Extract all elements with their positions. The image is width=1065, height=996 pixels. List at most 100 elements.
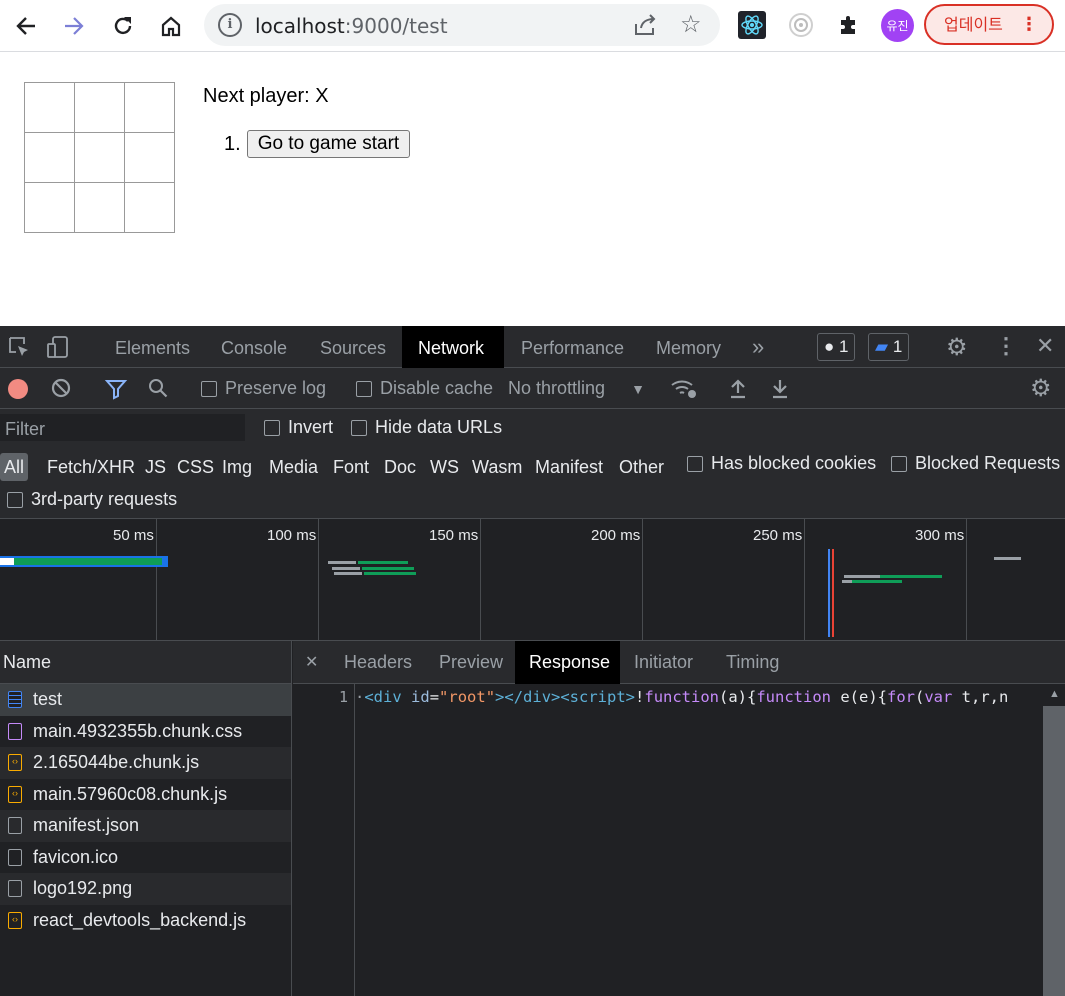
type-filter-other[interactable]: Other (615, 453, 668, 481)
tab-headers[interactable]: Headers (330, 641, 425, 684)
record-icon[interactable] (8, 379, 28, 399)
tab-initiator[interactable]: Initiator (620, 641, 712, 684)
request-name: test (33, 689, 63, 709)
more-tabs-chevron-icon[interactable]: » (752, 334, 764, 360)
filter-input[interactable]: Filter (0, 414, 245, 441)
timeline-request-bar (362, 567, 414, 570)
more-options-icon[interactable]: ⋮ (995, 333, 1017, 359)
board-square[interactable] (24, 82, 75, 133)
type-filter-wasm[interactable]: Wasm (468, 453, 526, 481)
tab-console[interactable]: Console (206, 326, 302, 368)
tab-sources[interactable]: Sources (305, 326, 401, 368)
scroll-up-arrow-icon[interactable]: ▲ (1049, 688, 1060, 700)
update-button[interactable]: 업데이트 ⋮ (924, 4, 1054, 45)
tab-elements[interactable]: Elements (100, 326, 200, 368)
request-row[interactable]: ‹› main.57960c08.chunk.js (0, 779, 291, 811)
checkbox-box (264, 420, 280, 437)
scrollbar-thumb[interactable] (1043, 706, 1065, 996)
tab-network[interactable]: Network (402, 326, 504, 368)
board-square[interactable] (74, 82, 125, 133)
type-filter-img[interactable]: Img (218, 453, 256, 481)
share-icon[interactable] (632, 12, 658, 38)
home-icon[interactable] (155, 10, 187, 42)
warnings-badge[interactable]: ● 1 (817, 333, 856, 361)
extensions-puzzle-icon[interactable] (834, 10, 864, 40)
reload-icon[interactable] (107, 10, 139, 42)
has-blocked-cookies-checkbox[interactable]: Has blocked cookies (687, 453, 876, 474)
board-square[interactable] (74, 182, 125, 233)
preserve-log-label: Preserve log (225, 378, 327, 398)
third-party-requests-checkbox[interactable]: 3rd-party requests (7, 489, 177, 510)
back-arrow-icon[interactable] (10, 10, 42, 42)
type-filter-doc[interactable]: Doc (380, 453, 420, 481)
name-column-header[interactable]: Name (0, 641, 291, 684)
request-row[interactable]: ‹› 2.165044be.chunk.js (0, 747, 291, 779)
board-square[interactable] (24, 132, 75, 183)
tab-memory[interactable]: Memory (641, 326, 741, 368)
request-row[interactable]: ‹› react_devtools_backend.js (0, 905, 291, 937)
bookmark-star-icon[interactable]: ☆ (680, 10, 702, 38)
device-toolbar-icon[interactable] (46, 335, 70, 365)
script-file-icon: ‹› (8, 785, 22, 803)
board-square[interactable] (74, 132, 125, 183)
type-filter-media[interactable]: Media (265, 453, 322, 481)
type-filter-fetch-xhr[interactable]: Fetch/XHR (43, 453, 139, 481)
generic-file-icon (8, 848, 22, 866)
throttling-select[interactable]: No throttling ▼ (508, 378, 645, 399)
blocked-requests-checkbox[interactable]: Blocked Requests (891, 453, 1060, 474)
response-scrollbar[interactable]: ▲ (1043, 684, 1065, 996)
forward-arrow-icon[interactable] (58, 10, 90, 42)
url-text[interactable]: localhost:9000/test (255, 14, 448, 38)
profile-avatar[interactable]: 유진 (881, 9, 914, 42)
type-filter-font[interactable]: Font (329, 453, 373, 481)
site-info-icon[interactable]: i (218, 13, 242, 37)
preserve-log-checkbox[interactable]: Preserve log (201, 378, 326, 399)
tab-preview[interactable]: Preview (425, 641, 515, 684)
document-file-icon (8, 691, 22, 709)
close-detail-icon[interactable]: ✕ (305, 641, 325, 684)
filter-funnel-icon[interactable] (104, 377, 128, 407)
type-filter-ws[interactable]: WS (426, 453, 463, 481)
disable-cache-checkbox[interactable]: Disable cache (356, 378, 493, 399)
network-settings-gear-icon[interactable]: ⚙ (1030, 374, 1052, 403)
inspect-element-icon[interactable] (8, 336, 30, 364)
request-name: react_devtools_backend.js (33, 909, 247, 930)
messages-badge[interactable]: ▰ 1 (868, 333, 910, 361)
tab-performance[interactable]: Performance (506, 326, 636, 368)
checkbox-box (891, 456, 907, 473)
close-devtools-icon[interactable]: ✕ (1036, 333, 1054, 359)
request-row[interactable]: favicon.ico (0, 842, 291, 874)
search-icon[interactable] (147, 377, 169, 405)
detail-tab-bar: ✕ Headers Preview Response Initiator Tim… (293, 641, 1065, 684)
request-row[interactable]: test (0, 684, 291, 716)
network-conditions-wifi-icon[interactable] (670, 376, 698, 406)
timeline-request-bar (994, 557, 1021, 560)
board-square[interactable] (24, 182, 75, 233)
extension-target-icon[interactable] (786, 10, 816, 40)
board-square[interactable] (124, 82, 175, 133)
react-devtools-extension-icon[interactable] (738, 11, 766, 39)
network-overview-timeline[interactable]: 50 ms 100 ms 150 ms 200 ms 250 ms 300 ms (0, 519, 1065, 641)
type-filter-all[interactable]: All (0, 453, 29, 481)
timeline-gridline (804, 519, 805, 641)
type-filter-js[interactable]: JS (141, 453, 170, 481)
timeline-request-bar (358, 561, 408, 564)
invert-checkbox[interactable]: Invert (264, 417, 333, 438)
export-har-download-icon[interactable] (770, 377, 790, 405)
go-to-game-start-button[interactable]: Go to game start (246, 130, 411, 158)
request-row[interactable]: main.4932355b.chunk.css (0, 716, 291, 748)
clear-icon[interactable] (50, 377, 72, 405)
settings-gear-icon[interactable]: ⚙ (946, 333, 968, 362)
request-row[interactable]: logo192.png (0, 873, 291, 905)
address-bar[interactable]: i localhost:9000/test ☆ (204, 4, 720, 46)
import-har-upload-icon[interactable] (728, 377, 748, 405)
type-filter-css[interactable]: CSS (173, 453, 218, 481)
board-square[interactable] (124, 132, 175, 183)
response-source-code[interactable]: ·<div id="root"></div><script>!function(… (355, 688, 1043, 712)
board-square[interactable] (124, 182, 175, 233)
tab-timing[interactable]: Timing (712, 641, 792, 684)
tab-response[interactable]: Response (515, 641, 620, 684)
type-filter-manifest[interactable]: Manifest (531, 453, 607, 481)
hide-data-urls-checkbox[interactable]: Hide data URLs (351, 417, 502, 438)
request-row[interactable]: manifest.json (0, 810, 291, 842)
